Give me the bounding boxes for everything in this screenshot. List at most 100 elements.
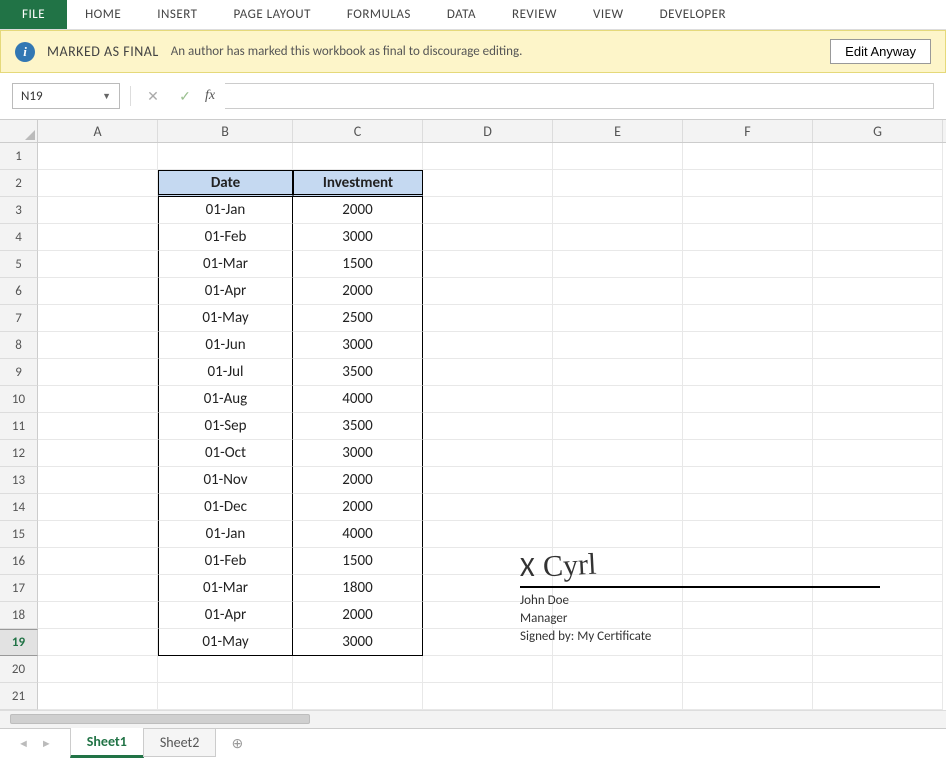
- cell-B13[interactable]: 01-Nov: [158, 467, 293, 494]
- cell-A9[interactable]: [38, 359, 158, 386]
- column-header-D[interactable]: D: [423, 120, 553, 142]
- cell-G13[interactable]: [813, 467, 943, 494]
- cell-C3[interactable]: 2000: [293, 197, 423, 224]
- cell-G5[interactable]: [813, 251, 943, 278]
- row-header[interactable]: 19: [0, 629, 38, 656]
- tab-developer[interactable]: DEVELOPER: [642, 0, 744, 29]
- cell-F11[interactable]: [683, 413, 813, 440]
- tab-page-layout[interactable]: PAGE LAYOUT: [216, 0, 329, 29]
- signature-line[interactable]: X Cyrl John Doe Manager Signed by: My Ce…: [520, 549, 880, 647]
- cell-G21[interactable]: [813, 683, 943, 710]
- cell-E13[interactable]: [553, 467, 683, 494]
- fx-icon[interactable]: fx: [205, 88, 215, 104]
- sheet-tab-sheet2[interactable]: Sheet2: [143, 729, 216, 757]
- cell-G20[interactable]: [813, 656, 943, 683]
- row-header[interactable]: 15: [0, 521, 38, 548]
- column-header-E[interactable]: E: [553, 120, 683, 142]
- row-header[interactable]: 11: [0, 413, 38, 440]
- sheet-prev-icon[interactable]: ◄: [18, 737, 29, 750]
- cell-A7[interactable]: [38, 305, 158, 332]
- cell-F4[interactable]: [683, 224, 813, 251]
- cell-A3[interactable]: [38, 197, 158, 224]
- cell-F3[interactable]: [683, 197, 813, 224]
- cell-G11[interactable]: [813, 413, 943, 440]
- cell-F15[interactable]: [683, 521, 813, 548]
- row-header[interactable]: 8: [0, 332, 38, 359]
- column-header-A[interactable]: A: [38, 120, 158, 142]
- cell-D6[interactable]: [423, 278, 553, 305]
- cell-C2[interactable]: Investment: [293, 170, 423, 197]
- cell-F12[interactable]: [683, 440, 813, 467]
- scrollbar-thumb[interactable]: [10, 714, 310, 724]
- cell-D15[interactable]: [423, 521, 553, 548]
- cell-E6[interactable]: [553, 278, 683, 305]
- cell-C11[interactable]: 3500: [293, 413, 423, 440]
- name-box[interactable]: N19 ▼: [12, 83, 120, 109]
- cell-B1[interactable]: [158, 143, 293, 170]
- cell-A18[interactable]: [38, 602, 158, 629]
- cell-C14[interactable]: 2000: [293, 494, 423, 521]
- cell-C13[interactable]: 2000: [293, 467, 423, 494]
- cell-C1[interactable]: [293, 143, 423, 170]
- tab-home[interactable]: HOME: [67, 0, 139, 29]
- cell-B19[interactable]: 01-May: [158, 629, 293, 656]
- cell-D5[interactable]: [423, 251, 553, 278]
- cell-E1[interactable]: [553, 143, 683, 170]
- cell-D8[interactable]: [423, 332, 553, 359]
- cell-G3[interactable]: [813, 197, 943, 224]
- row-header[interactable]: 20: [0, 656, 38, 683]
- cell-B8[interactable]: 01-Jun: [158, 332, 293, 359]
- cell-A8[interactable]: [38, 332, 158, 359]
- cell-E11[interactable]: [553, 413, 683, 440]
- cell-E4[interactable]: [553, 224, 683, 251]
- cell-G1[interactable]: [813, 143, 943, 170]
- cell-E10[interactable]: [553, 386, 683, 413]
- cell-A10[interactable]: [38, 386, 158, 413]
- cell-G2[interactable]: [813, 170, 943, 197]
- cell-G15[interactable]: [813, 521, 943, 548]
- cell-C10[interactable]: 4000: [293, 386, 423, 413]
- cell-G6[interactable]: [813, 278, 943, 305]
- cell-A14[interactable]: [38, 494, 158, 521]
- cell-D7[interactable]: [423, 305, 553, 332]
- cell-A1[interactable]: [38, 143, 158, 170]
- cell-A13[interactable]: [38, 467, 158, 494]
- cell-A2[interactable]: [38, 170, 158, 197]
- formula-input[interactable]: [225, 83, 934, 109]
- cell-F9[interactable]: [683, 359, 813, 386]
- tab-formulas[interactable]: FORMULAS: [329, 0, 429, 29]
- cell-B11[interactable]: 01-Sep: [158, 413, 293, 440]
- cell-D1[interactable]: [423, 143, 553, 170]
- cell-E14[interactable]: [553, 494, 683, 521]
- cell-F6[interactable]: [683, 278, 813, 305]
- cell-F2[interactable]: [683, 170, 813, 197]
- sheet-next-icon[interactable]: ►: [41, 737, 52, 750]
- cell-B10[interactable]: 01-Aug: [158, 386, 293, 413]
- cell-C6[interactable]: 2000: [293, 278, 423, 305]
- cell-B20[interactable]: [158, 656, 293, 683]
- cell-F10[interactable]: [683, 386, 813, 413]
- cell-D12[interactable]: [423, 440, 553, 467]
- cell-F7[interactable]: [683, 305, 813, 332]
- cell-B12[interactable]: 01-Oct: [158, 440, 293, 467]
- row-header[interactable]: 9: [0, 359, 38, 386]
- cell-A21[interactable]: [38, 683, 158, 710]
- column-header-G[interactable]: G: [813, 120, 943, 142]
- row-header[interactable]: 10: [0, 386, 38, 413]
- cell-G4[interactable]: [813, 224, 943, 251]
- cell-B2[interactable]: Date: [158, 170, 293, 197]
- row-header[interactable]: 13: [0, 467, 38, 494]
- cell-C21[interactable]: [293, 683, 423, 710]
- cell-G7[interactable]: [813, 305, 943, 332]
- cell-F14[interactable]: [683, 494, 813, 521]
- cell-C19[interactable]: 3000: [293, 629, 423, 656]
- cell-B17[interactable]: 01-Mar: [158, 575, 293, 602]
- cell-E7[interactable]: [553, 305, 683, 332]
- cell-D9[interactable]: [423, 359, 553, 386]
- cell-B18[interactable]: 01-Apr: [158, 602, 293, 629]
- cell-E8[interactable]: [553, 332, 683, 359]
- select-all-button[interactable]: [0, 120, 38, 142]
- cell-E2[interactable]: [553, 170, 683, 197]
- edit-anyway-button[interactable]: Edit Anyway: [830, 39, 931, 64]
- cell-B14[interactable]: 01-Dec: [158, 494, 293, 521]
